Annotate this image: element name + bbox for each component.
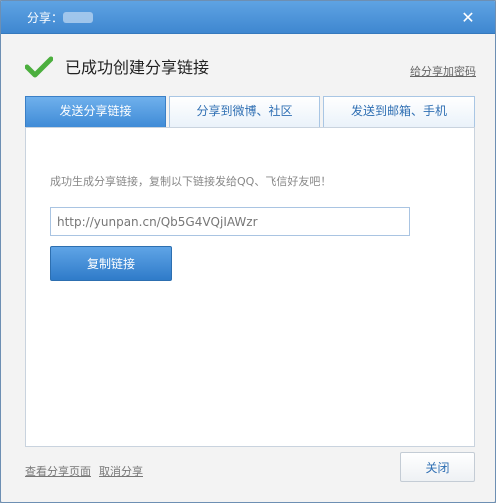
share-dialog: 分享： ✕ 已成功创建分享链接 给分享加密码 发送分享链接 分享到微博、社区 发… <box>0 0 496 503</box>
dialog-title: 分享： <box>27 11 64 25</box>
add-password-link[interactable]: 给分享加密码 <box>410 63 476 79</box>
checkmark-icon <box>25 56 53 78</box>
copy-link-button[interactable]: 复制链接 <box>50 246 172 281</box>
cancel-share-link[interactable]: 取消分享 <box>99 463 143 479</box>
tab-send-email[interactable]: 发送到邮箱、手机 <box>323 96 475 127</box>
redacted-filename <box>63 12 93 23</box>
share-tabs: 发送分享链接 分享到微博、社区 发送到邮箱、手机 <box>25 96 475 128</box>
tab-panel: 成功生成分享链接，复制以下链接发给QQ、飞信好友吧！ 复制链接 <box>25 127 475 447</box>
close-icon[interactable]: ✕ <box>457 7 479 29</box>
success-heading: 已成功创建分享链接 <box>65 58 210 77</box>
close-button[interactable]: 关闭 <box>400 452 475 482</box>
tab-send-link[interactable]: 发送分享链接 <box>25 96 166 128</box>
share-link-field[interactable] <box>50 207 410 236</box>
view-share-page-link[interactable]: 查看分享页面 <box>25 463 91 479</box>
tab-share-weibo[interactable]: 分享到微博、社区 <box>169 96 320 127</box>
hint-text: 成功生成分享链接，复制以下链接发给QQ、飞信好友吧！ <box>50 175 332 188</box>
title-bar[interactable]: 分享： ✕ <box>1 1 495 34</box>
